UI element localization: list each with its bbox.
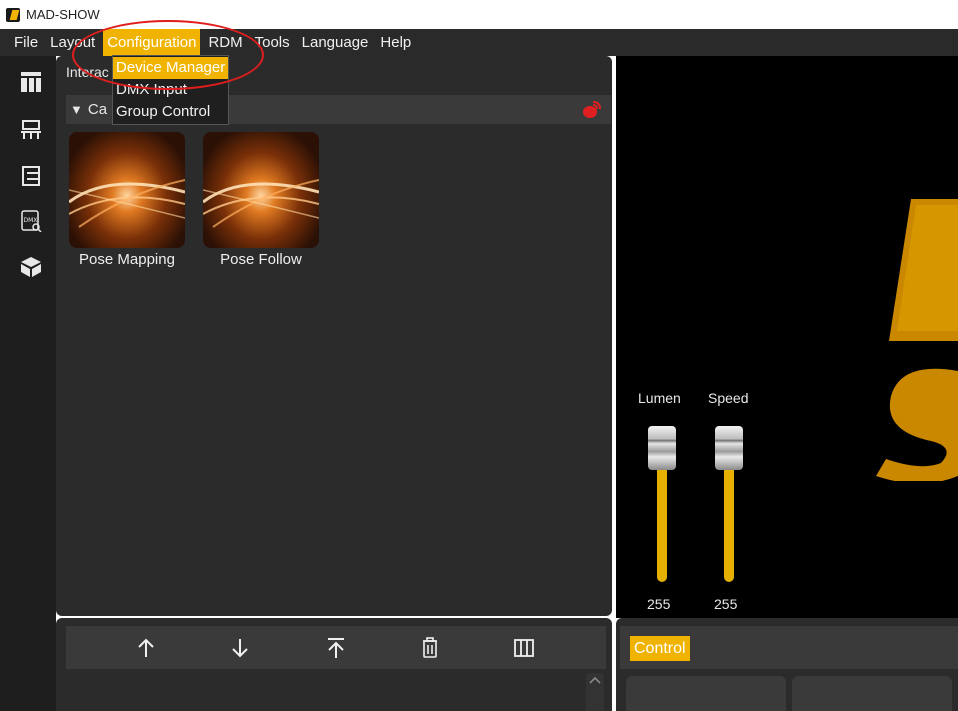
collapse-arrow-icon[interactable]: ▼ xyxy=(70,102,83,117)
fader-handle-lumen[interactable] xyxy=(648,426,676,470)
brand-artwork xyxy=(876,199,958,481)
layout-icon[interactable] xyxy=(20,71,42,93)
device-tree-icon[interactable] xyxy=(20,119,42,141)
layer-controls-panel xyxy=(56,618,612,711)
menu-help[interactable]: Help xyxy=(376,29,415,56)
chevron-up-icon[interactable] xyxy=(586,673,604,687)
menu-layout[interactable]: Layout xyxy=(46,29,99,56)
fader-handle-speed[interactable] xyxy=(715,426,743,470)
menu-tools[interactable]: Tools xyxy=(251,29,294,56)
cube-icon[interactable] xyxy=(20,256,42,278)
fader-label-lumen: Lumen xyxy=(638,390,681,406)
scrollbar[interactable] xyxy=(586,673,604,711)
control-card[interactable] xyxy=(626,676,786,711)
menu-language[interactable]: Language xyxy=(298,29,373,56)
tab-control[interactable]: Control xyxy=(630,636,690,661)
fader-label-speed: Speed xyxy=(708,390,749,406)
effects-panel: Interac ▼ Ca Pose Mapping Pose Follow xyxy=(56,56,612,616)
configuration-dropdown: Device Manager DMX Input Group Control xyxy=(112,55,229,125)
effect-label: Pose Follow xyxy=(220,251,302,268)
trash-icon[interactable] xyxy=(418,636,442,660)
title-bar: MAD-SHOW xyxy=(0,0,958,29)
menu-item-group-control[interactable]: Group Control xyxy=(113,101,228,123)
control-tabbar: Control xyxy=(620,626,958,669)
effect-label: Pose Mapping xyxy=(79,251,175,268)
dmx-monitor-icon[interactable]: DMX xyxy=(20,210,42,232)
satellite-icon[interactable] xyxy=(581,101,601,119)
preview-stage: Lumen Speed 255 255 xyxy=(616,56,958,618)
panel-tab-interactive[interactable]: Interac xyxy=(66,64,109,80)
list-icon[interactable] xyxy=(20,165,42,187)
effect-tile-pose-mapping[interactable] xyxy=(69,132,185,248)
menu-bar: File Layout Configuration RDM Tools Lang… xyxy=(0,29,958,56)
menu-rdm[interactable]: RDM xyxy=(204,29,246,56)
svg-text:DMX: DMX xyxy=(24,217,38,224)
effect-tile-pose-follow[interactable] xyxy=(203,132,319,248)
control-card[interactable] xyxy=(792,676,952,711)
menu-configuration[interactable]: Configuration xyxy=(103,29,201,56)
menu-item-device-manager[interactable]: Device Manager xyxy=(113,57,228,79)
layer-toolbar xyxy=(66,626,606,669)
arrow-down-icon[interactable] xyxy=(228,636,252,660)
fader-value-lumen: 255 xyxy=(647,596,671,612)
category-label: Ca xyxy=(87,101,108,118)
window-title: MAD-SHOW xyxy=(26,7,100,22)
control-panel: Control xyxy=(616,618,958,711)
app-logo xyxy=(6,7,20,22)
sidebar: DMX xyxy=(0,56,56,711)
menu-file[interactable]: File xyxy=(10,29,42,56)
fader-value-speed: 255 xyxy=(714,596,738,612)
arrow-up-icon[interactable] xyxy=(134,636,158,660)
columns-icon[interactable] xyxy=(512,636,536,660)
menu-item-dmx-input[interactable]: DMX Input xyxy=(113,79,228,101)
move-to-top-icon[interactable] xyxy=(324,636,348,660)
